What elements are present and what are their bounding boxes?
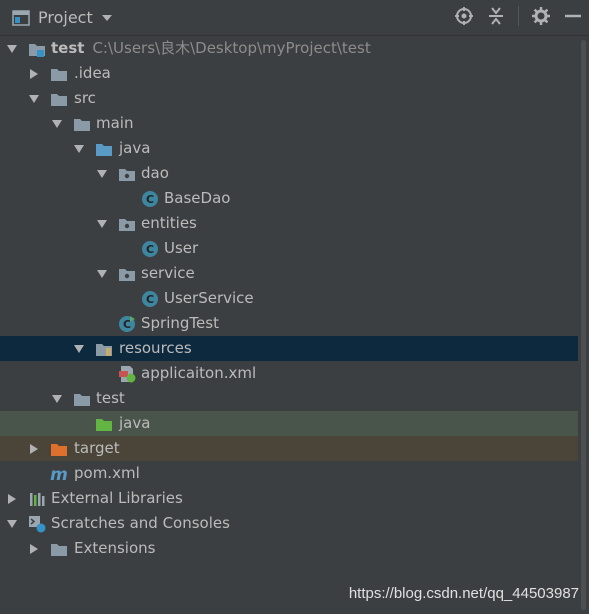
spring-xml-file-icon [119, 366, 136, 383]
folder-icon [51, 69, 67, 81]
module-name: test [51, 39, 85, 57]
tree-item-pom[interactable]: m pom.xml [0, 461, 578, 486]
project-view-title: Project [38, 8, 93, 27]
locate-icon[interactable] [454, 6, 474, 26]
tree-item-service[interactable]: service [0, 261, 578, 286]
vertical-scrollbar[interactable] [578, 36, 589, 614]
tree-item-label: resources [119, 339, 192, 357]
expanded-arrow-icon[interactable] [28, 93, 40, 105]
module-path: C:\Users\良木\Desktop\myProject\test [92, 39, 371, 57]
collapsed-arrow-icon[interactable] [28, 68, 40, 80]
tree-item-label: java [119, 414, 151, 432]
tree-item-label: applicaiton.xml [141, 364, 257, 382]
collapse-all-icon[interactable] [486, 6, 506, 26]
expanded-arrow-icon[interactable] [6, 43, 18, 55]
tree-item-label: External Libraries [51, 489, 183, 507]
svg-text:m: m [50, 465, 68, 483]
expanded-arrow-icon[interactable] [51, 118, 63, 130]
tree-item-label: entities [141, 214, 197, 232]
tree-item-basedao[interactable]: C BaseDao [0, 186, 578, 211]
tree-item-label: Extensions [74, 539, 156, 557]
tree-item-userservice[interactable]: C UserService [0, 286, 578, 311]
tree-item-label: pom.xml [74, 464, 140, 482]
project-window-icon [12, 9, 30, 26]
tree-item-test-root[interactable]: test C:\Users\良木\Desktop\myProject\test [0, 36, 578, 61]
excluded-folder-icon [51, 444, 67, 456]
tree-item-label: main [96, 114, 134, 132]
package-icon [119, 269, 135, 281]
tree-item-scratches[interactable]: Scratches and Consoles [0, 511, 578, 536]
scrollbar-thumb[interactable] [581, 40, 586, 610]
tree-item-springtest[interactable]: C SpringTest [0, 311, 578, 336]
project-tree: test C:\Users\良木\Desktop\myProject\test .… [0, 36, 578, 561]
tree-item-test-dir[interactable]: test [0, 386, 578, 411]
tree-item-java-main[interactable]: java [0, 136, 578, 161]
tree-item-idea[interactable]: .idea [0, 61, 578, 86]
tree-item-java-test[interactable]: java [0, 411, 578, 436]
tree-item-dao[interactable]: dao [0, 161, 578, 186]
project-view-selector[interactable]: Project [12, 8, 113, 27]
svg-text:C: C [123, 318, 131, 331]
library-icon [30, 493, 45, 506]
tree-item-src[interactable]: src [0, 86, 578, 111]
toolbar-separator [518, 6, 519, 26]
tree-item-label: test [96, 389, 125, 407]
svg-text:C: C [146, 293, 154, 306]
maven-icon: m [50, 465, 68, 483]
tree-item-label: UserService [164, 289, 254, 307]
expanded-arrow-icon[interactable] [96, 268, 108, 280]
test-source-folder-icon [96, 419, 112, 431]
tree-item-label: target [74, 439, 120, 457]
scratches-icon [29, 516, 46, 533]
tree-item-main[interactable]: main [0, 111, 578, 136]
runnable-class-icon: C [119, 316, 135, 332]
dropdown-arrow-icon [101, 14, 112, 21]
tree-item-label: test C:\Users\良木\Desktop\myProject\test [51, 36, 371, 61]
tree-item-label: BaseDao [164, 189, 231, 207]
tree-item-label: SpringTest [141, 314, 219, 332]
tree-item-resources[interactable]: resources [0, 336, 578, 361]
gear-icon[interactable] [531, 6, 551, 26]
svg-text:C: C [146, 193, 154, 206]
collapsed-arrow-icon[interactable] [6, 493, 18, 505]
tree-item-user[interactable]: C User [0, 236, 578, 261]
folder-icon [74, 394, 90, 406]
source-folder-icon [96, 144, 112, 156]
module-folder-icon [29, 44, 45, 57]
resources-folder-icon [96, 344, 112, 356]
tree-item-label: dao [141, 164, 169, 182]
project-toolbar: Project [0, 0, 589, 36]
watermark: https://blog.csdn.net/qq_44503987 [348, 585, 579, 602]
tree-item-label: java [119, 139, 151, 157]
class-icon: C [142, 241, 158, 257]
tree-item-label: User [164, 239, 199, 257]
tree-item-entities[interactable]: entities [0, 211, 578, 236]
folder-icon [51, 94, 67, 106]
package-icon [119, 219, 135, 231]
expanded-arrow-icon[interactable] [73, 143, 85, 155]
expanded-arrow-icon[interactable] [51, 393, 63, 405]
package-icon [119, 169, 135, 181]
expanded-arrow-icon[interactable] [96, 168, 108, 180]
folder-icon [51, 544, 67, 556]
expanded-arrow-icon[interactable] [96, 218, 108, 230]
tree-item-label: src [74, 89, 96, 107]
expanded-arrow-icon[interactable] [6, 518, 18, 530]
class-icon: C [142, 191, 158, 207]
collapsed-arrow-icon[interactable] [28, 543, 40, 555]
svg-text:C: C [146, 243, 154, 256]
tree-item-label: service [141, 264, 195, 282]
tree-item-label: .idea [74, 64, 111, 82]
tree-item-extensions[interactable]: Extensions [0, 536, 578, 561]
expanded-arrow-icon[interactable] [73, 343, 85, 355]
collapsed-arrow-icon[interactable] [28, 443, 40, 455]
folder-icon [74, 119, 90, 131]
hide-icon[interactable] [563, 6, 583, 26]
tree-item-target[interactable]: target [0, 436, 578, 461]
tree-item-label: Scratches and Consoles [51, 514, 230, 532]
tree-item-external-libraries[interactable]: External Libraries [0, 486, 578, 511]
tree-item-applicaiton-xml[interactable]: applicaiton.xml [0, 361, 578, 386]
class-icon: C [142, 291, 158, 307]
